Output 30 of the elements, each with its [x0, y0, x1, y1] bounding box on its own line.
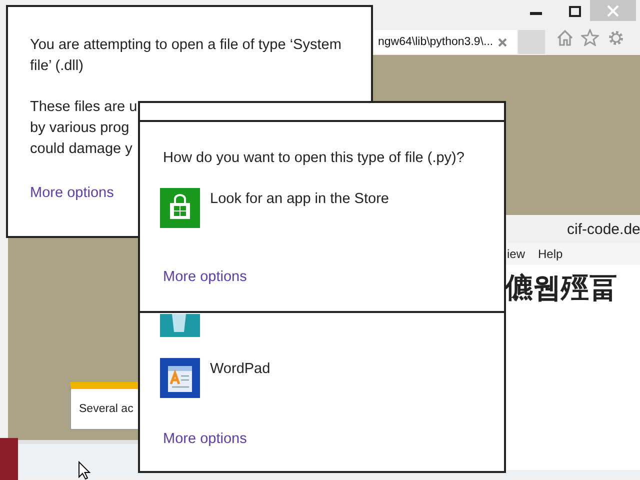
- more-options-link[interactable]: More options: [163, 269, 247, 285]
- dialog-text: These files are u: [30, 98, 138, 117]
- document-text: 儦웹殌畐: [505, 271, 617, 304]
- home-icon[interactable]: [556, 29, 574, 46]
- close-button[interactable]: [590, 0, 636, 21]
- window-title: cif-code.de: [567, 220, 640, 238]
- notification-text: Several ac: [79, 403, 134, 415]
- dialog-message: You are attempting to open a file of type ‘System file’ (.dll): [30, 36, 342, 76]
- notepad-icon[interactable]: [160, 314, 200, 337]
- store-option[interactable]: Look for an app in the Store: [210, 188, 389, 207]
- more-options-link[interactable]: More options: [163, 431, 247, 447]
- menu-item[interactable]: Help: [538, 247, 563, 261]
- store-icon[interactable]: [160, 188, 200, 228]
- maximize-icon[interactable]: [569, 6, 581, 17]
- minimize-icon[interactable]: [530, 12, 542, 16]
- dialog-question: How do you want to open this type of file (.py)?: [163, 150, 464, 166]
- settings-icon[interactable]: [607, 29, 625, 47]
- app-name[interactable]: WordPad: [210, 358, 270, 377]
- desktop-background: [0, 438, 18, 480]
- dialog-text: could damage y: [30, 140, 132, 159]
- tab-title: ngw64\lib\python3.9\...: [378, 36, 494, 48]
- star-icon[interactable]: [581, 29, 599, 46]
- dialog-text: by various prog: [30, 119, 130, 138]
- mouse-cursor-icon: [78, 461, 91, 480]
- more-options-link[interactable]: More options: [30, 185, 114, 201]
- close-icon: [607, 4, 619, 16]
- browser-tab[interactable]: ngw64\lib\python3.9\...: [374, 30, 517, 54]
- menu-item[interactable]: iew: [507, 247, 526, 261]
- wordpad-icon[interactable]: [160, 358, 200, 398]
- close-icon[interactable]: [498, 38, 508, 46]
